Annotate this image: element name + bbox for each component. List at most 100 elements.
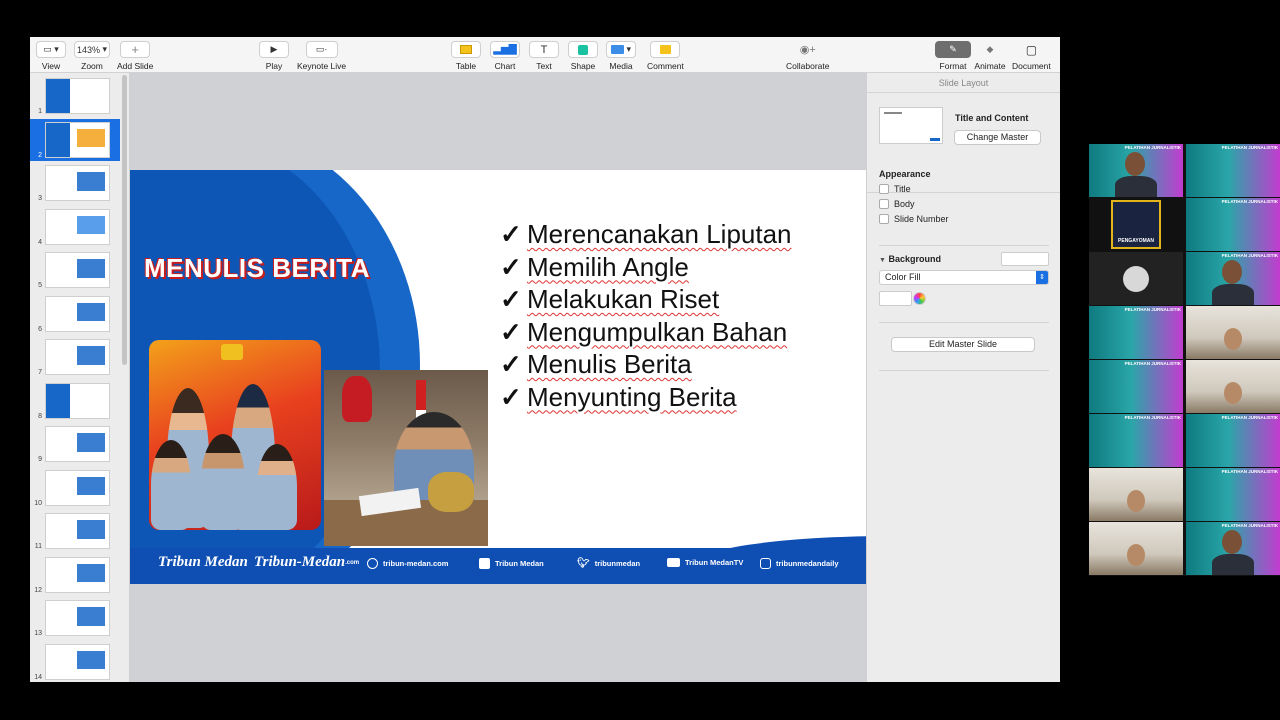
- collaborate-icon: ◉+: [799, 44, 816, 56]
- thumbnail-block: [76, 563, 105, 583]
- slide-thumbnail[interactable]: 9: [30, 423, 120, 465]
- officers-photo[interactable]: [149, 340, 321, 530]
- thumbnail-block: [76, 215, 105, 235]
- participant-video-tile[interactable]: PELATIHAN JURNALISTIK: [1186, 144, 1280, 197]
- official-signing-photo[interactable]: [324, 370, 488, 546]
- media-button[interactable]: ▾ Media: [606, 41, 636, 71]
- slide-number: 14: [34, 673, 42, 681]
- animate-button[interactable]: ◆ Animate: [974, 41, 1006, 71]
- view-button[interactable]: ▭ ▾ View: [36, 41, 66, 71]
- background-section: ▼ Background Color Fill ⇕: [879, 252, 1049, 306]
- participant-video-tile[interactable]: PELATIHAN JURNALISTIK: [1089, 144, 1183, 197]
- bullet-list[interactable]: ✓ Merencanakan Liputan ✓ Memilih Angle ✓ Mela…: [500, 218, 792, 413]
- participant-video-tile[interactable]: [1186, 306, 1280, 359]
- fill-color-well[interactable]: [879, 291, 912, 306]
- slide-thumbnail[interactable]: 7: [30, 336, 120, 378]
- checkmark-icon: ✓: [500, 316, 522, 347]
- gold-sculpture: [428, 472, 474, 512]
- checkbox-icon[interactable]: [879, 184, 889, 194]
- participant-video-tile[interactable]: [1089, 252, 1183, 305]
- checkbox-icon[interactable]: [879, 214, 889, 224]
- fill-type-select[interactable]: Color Fill ⇕: [879, 270, 1049, 285]
- document-icon: ▢: [1025, 42, 1038, 57]
- bullet-item[interactable]: ✓ Menyunting Berita: [500, 381, 792, 414]
- appearance-section: Appearance Title Body Slide Number: [879, 169, 1049, 224]
- current-slide[interactable]: MENULIS BERITA ✓ Merencanakan Liputan ✓ …: [130, 170, 866, 584]
- comment-button[interactable]: Comment: [647, 41, 684, 71]
- document-button[interactable]: ▢ Document: [1012, 41, 1051, 72]
- format-button[interactable]: ✎ Format: [935, 41, 971, 71]
- slide-thumbnail-preview: [45, 165, 110, 201]
- slide-thumbnail[interactable]: 1: [30, 75, 120, 117]
- background-color-well[interactable]: [1001, 252, 1049, 266]
- slide-thumbnail[interactable]: 6: [30, 293, 120, 335]
- bullet-item[interactable]: ✓ Memilih Angle: [500, 251, 792, 284]
- participant-video-tile[interactable]: PELATIHAN JURNALISTIK: [1186, 414, 1280, 467]
- participant-video-tile[interactable]: PELATIHAN JURNALISTIK: [1186, 522, 1280, 575]
- slide-thumbnail[interactable]: 8: [30, 380, 120, 422]
- shape-icon: [578, 44, 588, 55]
- keynote-live-button[interactable]: ▭· Keynote Live: [297, 41, 346, 71]
- slide-number: 10: [34, 499, 42, 507]
- appearance-checkbox[interactable]: Slide Number: [879, 214, 1049, 224]
- color-wheel-icon[interactable]: [913, 292, 926, 305]
- virtual-background: [1186, 198, 1280, 251]
- slide-number: 4: [38, 238, 42, 246]
- appearance-checkbox[interactable]: Body: [879, 199, 1049, 209]
- play-button[interactable]: ▶ Play: [259, 41, 289, 71]
- facebook-icon: [479, 558, 490, 569]
- slide-thumbnail[interactable]: 11: [30, 510, 120, 552]
- slide-thumbnail-preview: [45, 426, 110, 462]
- slide-thumbnail[interactable]: 13: [30, 597, 120, 639]
- table-button[interactable]: Table: [451, 41, 481, 71]
- bullet-item[interactable]: ✓ Mengumpulkan Bahan: [500, 316, 792, 349]
- shape-button[interactable]: Shape: [568, 41, 598, 71]
- participant-video-tile[interactable]: PELATIHAN JURNALISTIK: [1186, 198, 1280, 251]
- slide-thumbnail[interactable]: 5: [30, 249, 120, 291]
- format-inspector: Slide Layout Title and Content Change Ma…: [866, 73, 1060, 682]
- participant-video-tile[interactable]: [1186, 360, 1280, 413]
- zoom-button[interactable]: 143% ▾ Zoom: [74, 41, 110, 71]
- slide-thumbnail[interactable]: 12: [30, 554, 120, 596]
- broadcast-icon: ▭·: [305, 41, 338, 58]
- participant-video-tile[interactable]: PELATIHAN JURNALISTIK: [1186, 468, 1280, 521]
- slide-thumbnail[interactable]: 3: [30, 162, 120, 204]
- thumbnail-block: [76, 433, 105, 452]
- participant-video-tile[interactable]: [1089, 468, 1183, 521]
- navigator-scrollbar[interactable]: [122, 75, 127, 365]
- participant-video-tile[interactable]: PELATIHAN JURNALISTIK: [1186, 252, 1280, 305]
- master-thumbnail[interactable]: [879, 107, 943, 144]
- media-icon: [610, 45, 624, 54]
- bullet-item[interactable]: ✓ Melakukan Riset: [500, 283, 792, 316]
- edit-master-slide-button[interactable]: Edit Master Slide: [891, 337, 1035, 352]
- slide-title[interactable]: MENULIS BERITA: [144, 253, 370, 284]
- slide-thumbnail[interactable]: 4: [30, 206, 120, 248]
- participant-video-tile[interactable]: [1089, 522, 1183, 575]
- slide-number: 3: [38, 195, 42, 202]
- slide-thumbnail[interactable]: 14: [30, 641, 120, 683]
- slide-canvas[interactable]: MENULIS BERITA ✓ Merencanakan Liputan ✓ …: [130, 73, 866, 682]
- thumbnail-block: [46, 470, 70, 505]
- checkbox-label: Slide Number: [894, 214, 949, 224]
- tile-title: PELATIHAN JURNALISTIK: [1124, 145, 1181, 150]
- participant-video-tile[interactable]: PELATIHAN JURNALISTIK: [1089, 306, 1183, 359]
- appearance-checkbox[interactable]: Title: [879, 184, 1049, 194]
- chart-button[interactable]: ▂▅▇ Chart: [490, 41, 520, 71]
- bullet-item[interactable]: ✓ Merencanakan Liputan: [500, 218, 792, 251]
- tile-title: PELATIHAN JURNALISTIK: [1221, 145, 1278, 150]
- participant-video-tile[interactable]: PELATIHAN JURNALISTIK: [1089, 360, 1183, 413]
- text-button[interactable]: T Text: [529, 41, 559, 71]
- slide-thumbnail[interactable]: 2: [30, 118, 120, 161]
- slide-navigator[interactable]: 1 2 3 4 5 6 7 8 9 10 11 12 13 14: [30, 73, 130, 682]
- checkbox-icon[interactable]: [879, 199, 889, 209]
- collaborate-button[interactable]: ◉+ Collaborate: [786, 41, 829, 71]
- bullet-item[interactable]: ✓ Menulis Berita: [500, 348, 792, 381]
- participant-video-tile[interactable]: PELATIHAN JURNALISTIK: [1089, 414, 1183, 467]
- add-slide-button[interactable]: + Add Slide: [117, 41, 153, 71]
- checkbox-label: Title: [894, 184, 911, 194]
- change-master-button[interactable]: Change Master: [954, 130, 1041, 145]
- participant-video-tile[interactable]: PENGAYOMAN: [1089, 198, 1183, 251]
- bullet-text: Mengumpulkan Bahan: [527, 316, 788, 347]
- slide-thumbnail[interactable]: 10: [30, 467, 120, 509]
- slide-thumbnail-preview: [45, 121, 110, 158]
